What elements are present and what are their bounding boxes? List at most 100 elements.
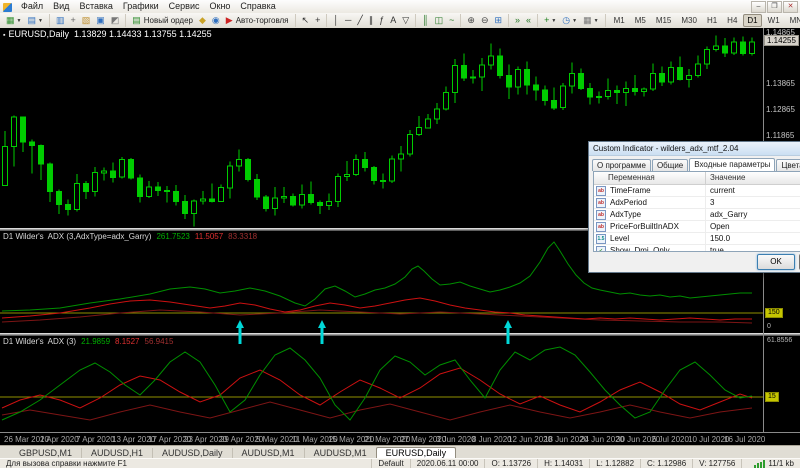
terminal-button[interactable]: ▣ xyxy=(94,14,107,27)
tile-windows-icon: ⊞ xyxy=(494,15,503,25)
timeframe-mn-button[interactable]: MN xyxy=(786,14,800,27)
parameter-row[interactable]: ab AdxType adx_Garry xyxy=(594,209,800,221)
community-button[interactable]: ◉ xyxy=(210,14,222,27)
menu-item-6[interactable]: Справка xyxy=(235,0,280,13)
parameter-name-text: AdxPeriod xyxy=(610,198,647,207)
dialog-tab-1[interactable]: Общие xyxy=(651,159,689,171)
timeframe-m5-button[interactable]: M5 xyxy=(631,14,650,27)
chart-menu-icon[interactable]: ▪ xyxy=(3,32,5,39)
strategy-tester-button[interactable]: ◩ xyxy=(109,14,122,27)
arrows-button[interactable]: ▽ xyxy=(400,14,411,27)
indicator1-value-2: 83.3318 xyxy=(228,232,258,241)
mt4-window: Файл Вид Вставка Графики Сервис Окно Справка –… xyxy=(0,0,800,468)
menu-item-4[interactable]: Сервис xyxy=(164,0,205,13)
zoom-out-button[interactable]: ⊖ xyxy=(479,14,491,27)
trendline-button[interactable]: ╱ xyxy=(355,14,364,27)
menu-item-5[interactable]: Окно xyxy=(205,0,236,13)
profiles-button[interactable]: ▤ ▼ xyxy=(25,14,44,27)
navigator-button[interactable]: ▧ xyxy=(80,14,93,27)
parameter-name: ab AdxType xyxy=(594,209,706,220)
data-window-icon: + xyxy=(70,15,76,25)
dialog-title-bar[interactable]: Custom Indicator - wilders_adx_mtf_2.04 xyxy=(589,142,800,156)
dialog-tab-0[interactable]: О программе xyxy=(592,159,651,171)
periods-icon: ◷ xyxy=(562,15,571,25)
menu-item-2[interactable]: Вставка xyxy=(74,0,117,13)
fibonacci-button[interactable]: ƒ xyxy=(377,14,386,27)
tile-windows-button[interactable]: ⊞ xyxy=(492,14,504,27)
data-window-button[interactable]: + xyxy=(68,14,77,27)
timeframe-m1-button[interactable]: M1 xyxy=(610,14,629,27)
channel-button[interactable]: ∥ xyxy=(367,14,376,27)
zoom-in-button[interactable]: ⊕ xyxy=(465,14,477,27)
status-bar-time: 2020.06.11 00:00 xyxy=(409,459,485,468)
bar-chart-button[interactable]: ║ xyxy=(420,14,430,27)
templates-button[interactable]: ▦ ▼ xyxy=(581,14,600,27)
dialog-tabs: О программеОбщиеВходные параметрыЦветаУр… xyxy=(589,156,800,171)
menu-item-3[interactable]: Графики xyxy=(118,0,164,13)
line-chart-button[interactable]: ~ xyxy=(447,14,456,27)
parameter-value[interactable]: current xyxy=(706,185,735,196)
new-order-button-label: Новый ордер xyxy=(143,16,193,25)
minimize-icon[interactable]: – xyxy=(751,0,766,13)
auto-trading-icon: ▶ xyxy=(225,15,233,25)
metaeditor-button[interactable]: ◆ xyxy=(197,14,208,27)
indicators-button[interactable]: + ▼ xyxy=(542,14,558,27)
price-label-3: 1.11865 xyxy=(766,131,795,140)
parameter-value[interactable]: 150.0 xyxy=(706,233,730,244)
parameter-row[interactable]: 1.5 Level 150.0 xyxy=(594,233,800,245)
parameter-value[interactable]: true xyxy=(706,245,724,251)
time-axis-label-13: 8 Jun 2020 xyxy=(472,435,512,444)
menu-item-1[interactable]: Вид xyxy=(48,0,74,13)
cursor-icon: ↖ xyxy=(301,15,310,25)
dialog-parameter-table: Переменная Значение ab TimeFrame current ab… xyxy=(593,171,800,252)
periods-button[interactable]: ◷ ▼ xyxy=(560,14,579,27)
cursor-button[interactable]: ↖ xyxy=(300,14,312,27)
timeframe-m30-button[interactable]: M30 xyxy=(677,14,701,27)
crosshair-button[interactable]: + xyxy=(313,14,322,27)
time-axis[interactable]: 26 Mar 2020 1 Apr 2020 7 Apr 2020 13 Apr 20… xyxy=(0,432,800,445)
signal-bar xyxy=(760,461,763,468)
parameter-row[interactable]: ✓ Show_Dmi_Only true xyxy=(594,245,800,251)
new-order-button[interactable]: ▤ Новый ордер xyxy=(130,14,195,27)
parameter-row[interactable]: ab AdxPeriod 3 xyxy=(594,197,800,209)
timeframe-h1-button[interactable]: H1 xyxy=(703,14,721,27)
new-chart-button[interactable]: ▦ ▼ xyxy=(4,14,23,27)
ok-button[interactable]: OK xyxy=(757,254,795,270)
chart-symbol-line: ▪ EURUSD,Daily 1.13829 1.14433 1.13755 1.… xyxy=(3,29,212,39)
parameter-value[interactable]: Open xyxy=(706,221,730,232)
vertical-line-button[interactable]: │ xyxy=(331,14,341,27)
column-header-name[interactable]: Переменная xyxy=(594,172,706,184)
indicator1-level-label: 150 xyxy=(765,308,783,318)
chart-tabs-bar: GBPUSD,M1 AUDUSD,H1 AUDUSD,Daily AUDUSD,M1 A… xyxy=(0,445,800,459)
chart-shift-button[interactable]: « xyxy=(524,14,533,27)
price-label-2: 1.12865 xyxy=(766,105,795,114)
text-button[interactable]: A xyxy=(388,14,398,27)
auto-scroll-button[interactable]: » xyxy=(513,14,522,27)
horizontal-line-button[interactable]: ─ xyxy=(343,14,353,27)
parameter-value[interactable]: adx_Garry xyxy=(706,209,747,220)
market-watch-button[interactable]: ▥ xyxy=(54,14,67,27)
parameter-row[interactable]: ab TimeFrame current xyxy=(594,185,800,197)
chevron-down-icon: ▼ xyxy=(593,17,599,24)
timeframe-h4-button[interactable]: H4 xyxy=(723,14,741,27)
indicator2-level-label: 15 xyxy=(765,392,779,402)
parameter-type-icon: ab xyxy=(596,209,606,220)
status-volume: V: 127756 xyxy=(692,459,741,468)
signal-bar xyxy=(763,459,766,468)
parameter-name-text: Level xyxy=(610,234,630,243)
close-icon[interactable]: ✕ xyxy=(783,0,798,13)
auto-trading-button[interactable]: ▶ Авто-торговля xyxy=(224,14,291,27)
candlestick-button[interactable]: ◫ xyxy=(433,14,446,27)
timeframe-m15-button[interactable]: M15 xyxy=(652,14,676,27)
timeframe-d1-button[interactable]: D1 xyxy=(743,14,762,27)
timeframe-w1-button[interactable]: W1 xyxy=(764,14,784,27)
menu-item-0[interactable]: Файл xyxy=(16,0,48,13)
column-header-value[interactable]: Значение xyxy=(706,172,745,184)
parameter-value[interactable]: 3 xyxy=(706,197,714,208)
restore-icon[interactable]: ❐ xyxy=(767,0,782,13)
dialog-tab-3[interactable]: Цвета xyxy=(776,159,800,171)
candlestick-icon: ◫ xyxy=(434,15,444,25)
parameter-row[interactable]: ab PriceForBuiltInADX Open xyxy=(594,221,800,233)
dialog-tab-2[interactable]: Входные параметры xyxy=(689,158,776,171)
app-logo-icon xyxy=(3,2,12,12)
